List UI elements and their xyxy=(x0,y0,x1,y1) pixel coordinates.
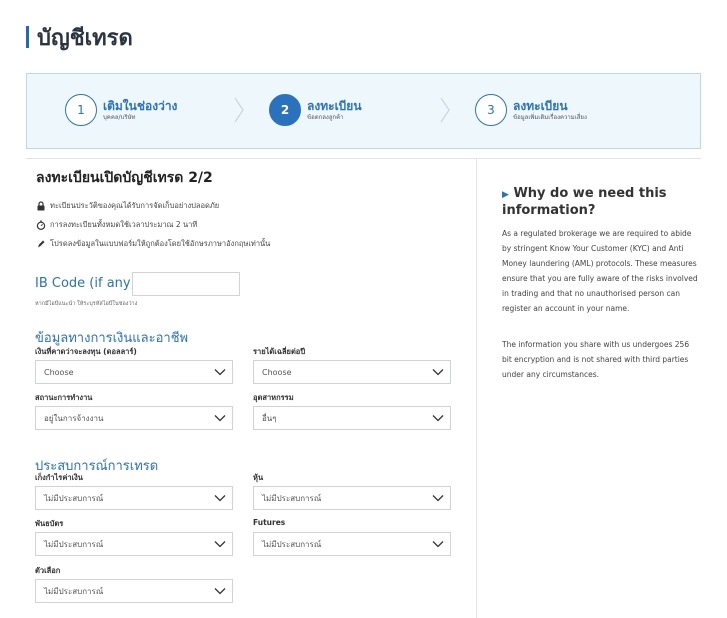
income-value: Choose xyxy=(262,367,292,377)
step-1-number: 1 xyxy=(65,94,97,126)
investment-select[interactable]: Choose xyxy=(35,360,233,384)
lock-icon xyxy=(36,201,46,211)
employment-label: สถานะการทำงาน xyxy=(35,393,93,402)
industry-select[interactable]: อื่นๆ xyxy=(253,406,451,430)
step-2[interactable]: 2 ลงทะเบียน ข้อตกลงลูกค้า xyxy=(269,94,362,126)
forex-label: เก็งกำไรค่าเงิน xyxy=(35,473,83,482)
chevron-right-icon xyxy=(440,97,450,123)
panel-divider xyxy=(476,158,477,618)
income-select[interactable]: Choose xyxy=(253,360,451,384)
futures-select[interactable]: ไม่มีประสบการณ์ xyxy=(253,532,451,556)
page-title: บัญชีเทรด xyxy=(26,22,133,52)
step-2-number: 2 xyxy=(269,94,301,126)
why-info-paragraph-2: The information you share with us underg… xyxy=(502,340,690,379)
stopwatch-icon xyxy=(36,220,46,230)
financial-section-title: ข้อมูลทางการเงินและอาชีพ xyxy=(35,331,189,346)
note-secure-text: ทะเบียนประวัติของคุณได้รับการจัดเก็บอย่า… xyxy=(50,201,220,210)
step-3-number: 3 xyxy=(475,94,507,126)
chevron-down-icon xyxy=(214,369,226,376)
industry-value: อื่นๆ xyxy=(262,413,277,423)
ib-code-label: IB Code (if any) xyxy=(35,276,136,291)
chevron-down-icon xyxy=(432,495,444,502)
stocks-value: ไม่มีประสบการณ์ xyxy=(262,493,322,503)
page-title-text: บัญชีเทรด xyxy=(37,25,133,51)
options-label: ตัวเลือก xyxy=(35,566,61,575)
futures-value: ไม่มีประสบการณ์ xyxy=(262,539,322,549)
forex-select[interactable]: ไม่มีประสบการณ์ xyxy=(35,486,233,510)
note-secure: ทะเบียนประวัติของคุณได้รับการจัดเก็บอย่า… xyxy=(36,200,219,212)
note-time: การลงทะเบียนทั้งหมดใช้เวลาประมาณ 2 นาที xyxy=(36,219,197,231)
chevron-right-icon xyxy=(234,97,244,123)
chevron-down-icon xyxy=(432,541,444,548)
stocks-label: หุ้น xyxy=(253,473,264,482)
title-accent-bar xyxy=(26,26,29,48)
step-2-title: ลงทะเบียน xyxy=(307,98,362,113)
forex-value: ไม่มีประสบการณ์ xyxy=(44,493,104,503)
investment-value: Choose xyxy=(44,367,74,377)
bonds-select[interactable]: ไม่มีประสบการณ์ xyxy=(35,532,233,556)
options-select[interactable]: ไม่มีประสบการณ์ xyxy=(35,579,233,603)
chevron-down-icon xyxy=(432,415,444,422)
why-info-title: ▶ Why do we need this information? xyxy=(502,186,692,219)
employment-value: อยู่ในการจ้างงาน xyxy=(44,413,104,423)
triangle-right-icon: ▶ xyxy=(502,190,509,200)
bonds-label: พันธบัตร xyxy=(35,519,64,528)
step-3-title: ลงทะเบียน xyxy=(513,98,568,113)
ib-code-input[interactable] xyxy=(132,272,240,296)
step-3-subtitle: ข้อมูลเพิ่มเติมเรื่องความเสี่ยง xyxy=(513,113,587,121)
bonds-value: ไม่มีประสบการณ์ xyxy=(44,539,104,549)
options-value: ไม่มีประสบการณ์ xyxy=(44,586,104,596)
futures-label: Futures xyxy=(253,518,286,527)
form-title: ลงทะเบียนเปิดบัญชีเทรด 2/2 xyxy=(36,170,213,186)
note-english: โปรดลงข้อมูลในแบบฟอร์มให้ถูกต้องโดยใช้อั… xyxy=(36,238,270,250)
chevron-down-icon xyxy=(214,415,226,422)
step-2-subtitle: ข้อตกลงลูกค้า xyxy=(307,113,344,121)
employment-select[interactable]: อยู่ในการจ้างงาน xyxy=(35,406,233,430)
note-english-text: โปรดลงข้อมูลในแบบฟอร์มให้ถูกต้องโดยใช้อั… xyxy=(50,239,271,248)
stocks-select[interactable]: ไม่มีประสบการณ์ xyxy=(253,486,451,510)
investment-label: เงินที่คาดว่าจะลงทุน (ดอลลาร์) xyxy=(35,347,137,356)
step-1-title: เติมในช่องว่าง xyxy=(103,98,178,113)
registration-stepper: 1 เติมในช่องว่าง บุคคล/บริษัท 2 ลงทะเบีย… xyxy=(26,73,701,149)
chevron-down-icon xyxy=(214,541,226,548)
ib-code-help: หากมีไอบีแนะนำ ให้ระบุรหัสไอบีในช่องว่าง xyxy=(35,301,138,307)
step-3[interactable]: 3 ลงทะเบียน ข้อมูลเพิ่มเติมเรื่องความเสี… xyxy=(475,94,587,126)
why-info-paragraph-1: As a regulated brokerage we are required… xyxy=(502,229,698,313)
step-1-subtitle: บุคคล/บริษัท xyxy=(103,113,136,121)
income-label: รายได้เฉลี่ยต่อปี xyxy=(253,347,306,356)
pen-icon xyxy=(36,239,46,249)
why-info-title-text: Why do we need this information? xyxy=(502,186,667,218)
step-1[interactable]: 1 เติมในช่องว่าง บุคคล/บริษัท xyxy=(65,94,177,126)
chevron-down-icon xyxy=(214,495,226,502)
note-time-text: การลงทะเบียนทั้งหมดใช้เวลาประมาณ 2 นาที xyxy=(50,220,198,229)
industry-label: อุตสาหกรรม xyxy=(253,393,294,402)
chevron-down-icon xyxy=(432,369,444,376)
chevron-down-icon xyxy=(214,588,226,595)
